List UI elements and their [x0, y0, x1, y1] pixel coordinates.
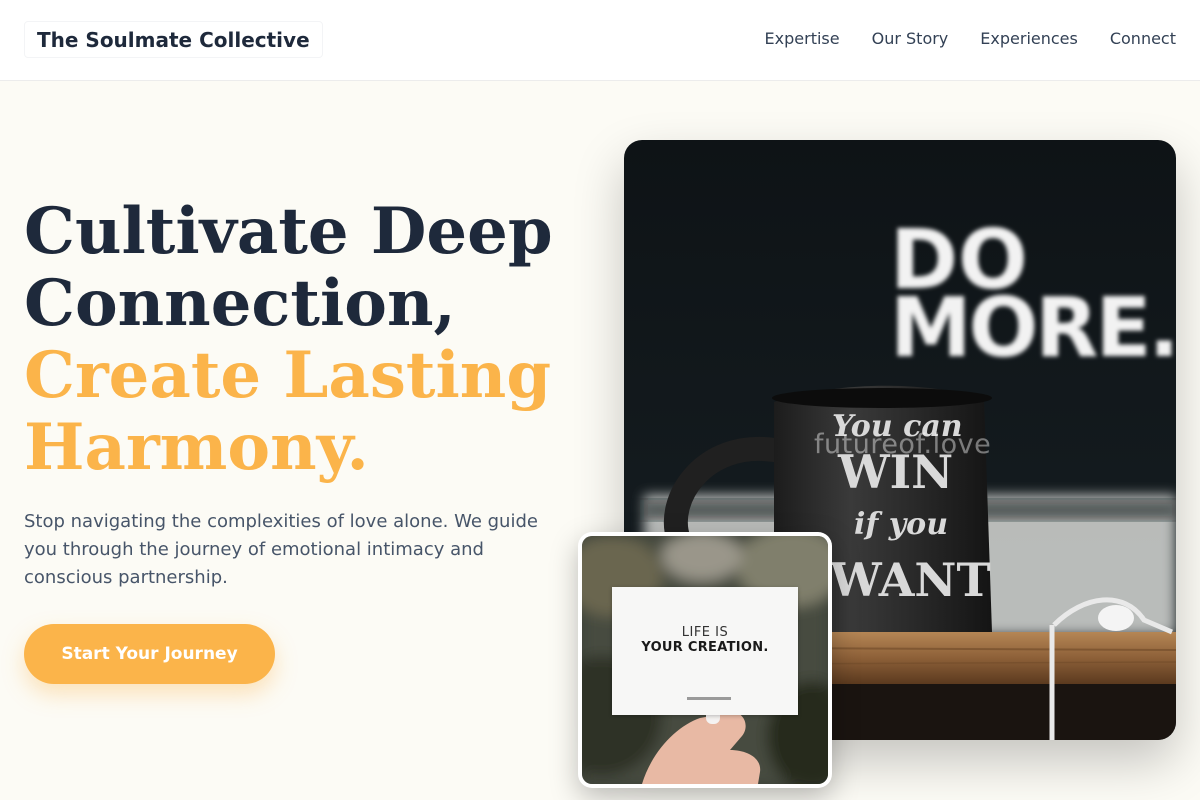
sign-text: DO MORE.	[890, 213, 1176, 376]
nav-experiences[interactable]: Experiences	[980, 29, 1078, 49]
card-photo: LIFE IS YOUR CREATION.	[582, 536, 828, 784]
watermark-text: futureof.love	[814, 429, 992, 460]
start-journey-button[interactable]: Start Your Journey	[24, 624, 275, 684]
nav-expertise[interactable]: Expertise	[765, 29, 840, 49]
brand-logo[interactable]: The Soulmate Collective	[24, 21, 323, 58]
headline-accent-line-1: Create Lasting	[24, 338, 552, 413]
nav-our-story[interactable]: Our Story	[872, 29, 949, 49]
hero-headline: Cultivate Deep Connection, Create Lastin…	[24, 196, 584, 484]
site-header: The Soulmate Collective Expertise Our St…	[0, 0, 1200, 81]
quote-card: LIFE IS YOUR CREATION.	[612, 587, 798, 715]
headline-line-1: Cultivate Deep	[24, 194, 553, 269]
nav-connect[interactable]: Connect	[1110, 29, 1176, 49]
hero-description: Stop navigating the complexities of love…	[24, 511, 538, 588]
quote-line-2: YOUR CREATION.	[641, 640, 769, 655]
headline-accent-line-2: Harmony.	[24, 410, 369, 485]
hero-card-image: LIFE IS YOUR CREATION.	[578, 532, 832, 788]
quote-line-1: LIFE IS	[681, 625, 729, 640]
headline-line-2: Connection,	[24, 266, 456, 341]
quote-card-logo	[687, 697, 731, 700]
main-nav: Expertise Our Story Experiences Connect	[765, 29, 1176, 49]
mug-line-4: WANT	[829, 553, 991, 607]
mug-line-3: if you	[854, 507, 948, 542]
sign-line-2: MORE.	[890, 281, 1176, 376]
